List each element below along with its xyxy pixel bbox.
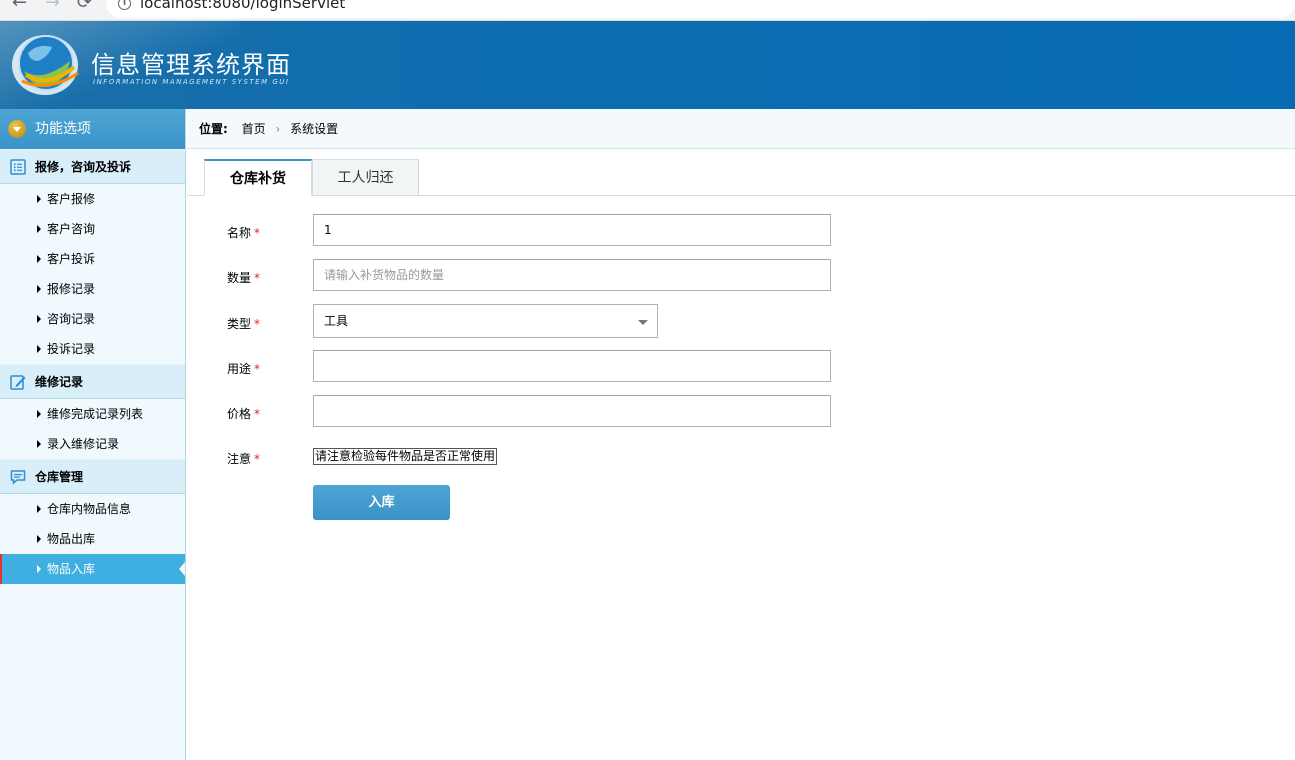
sidebar-section-maintenance[interactable]: 维修记录: [0, 364, 185, 399]
type-select-value: 工具: [324, 314, 349, 328]
price-label: 价格 *: [227, 407, 261, 421]
section-label: 仓库管理: [35, 470, 84, 484]
type-label: 类型 *: [227, 317, 261, 331]
browser-toolbar: ← → ⟳ i localhost:8080/loginServlet: [0, 0, 1295, 21]
back-arrow-icon[interactable]: ←: [12, 0, 27, 12]
note-label: 注意 *: [227, 452, 261, 466]
usage-input[interactable]: [313, 350, 831, 382]
system-subtitle: INFORMATION MANAGEMENT SYSTEM GUI: [93, 78, 290, 86]
breadcrumb-label: 位置:: [199, 122, 228, 136]
sidebar-item-customer-complaint[interactable]: 客户投诉: [0, 244, 185, 274]
sidebar-header-label: 功能选项: [35, 121, 91, 137]
breadcrumb-separator: ›: [275, 122, 281, 136]
sidebar-item-completed-list[interactable]: 维修完成记录列表: [0, 399, 185, 429]
usage-label: 用途 *: [227, 362, 261, 376]
sidebar-item-repair-records[interactable]: 报修记录: [0, 274, 185, 304]
message-icon: [10, 470, 26, 485]
sidebar-item-stock-in[interactable]: 物品入库: [0, 554, 185, 584]
dropdown-circle-icon: [8, 120, 26, 138]
tab-bar: 仓库补货 工人归还: [187, 149, 1295, 196]
tab-warehouse-restock[interactable]: 仓库补货: [204, 159, 312, 196]
sidebar-item-complaint-records[interactable]: 投诉记录: [0, 334, 185, 364]
sidebar-item-customer-inquiry[interactable]: 客户咨询: [0, 214, 185, 244]
note-text: 请注意检验每件物品是否正常使用: [313, 448, 498, 465]
sidebar-item-stock-out[interactable]: 物品出库: [0, 524, 185, 554]
quantity-label: 数量 *: [227, 271, 261, 285]
address-bar[interactable]: i localhost:8080/loginServlet: [106, 0, 1295, 18]
list-icon: [10, 159, 26, 175]
url-text[interactable]: localhost:8080/loginServlet: [140, 0, 345, 12]
app-header: 信息管理系统界面 INFORMATION MANAGEMENT SYSTEM G…: [0, 21, 1295, 109]
chevron-down-icon: [638, 320, 648, 325]
edit-icon: [10, 375, 26, 390]
sidebar: 功能选项 报修，咨询及投诉 客户报修 客户咨询 客户投诉 报修记录 咨询记录 投…: [0, 109, 186, 760]
sidebar-section-service[interactable]: 报修，咨询及投诉: [0, 149, 185, 184]
sidebar-section-warehouse[interactable]: 仓库管理: [0, 459, 185, 494]
breadcrumb-current[interactable]: 系统设置: [290, 122, 338, 136]
name-input[interactable]: 1: [313, 214, 831, 246]
price-input[interactable]: [313, 395, 831, 427]
type-select[interactable]: 工具: [313, 304, 658, 338]
forward-arrow-icon[interactable]: →: [45, 0, 60, 12]
breadcrumb-home-link[interactable]: 首页: [242, 122, 266, 136]
globe-logo-icon: [12, 35, 79, 95]
tab-worker-return[interactable]: 工人归还: [312, 159, 419, 196]
reload-icon[interactable]: ⟳: [77, 0, 92, 12]
name-label: 名称 *: [227, 226, 261, 240]
stock-in-submit-button[interactable]: 入库: [313, 485, 450, 520]
info-icon[interactable]: i: [118, 0, 131, 10]
sidebar-header[interactable]: 功能选项: [0, 109, 185, 149]
section-label: 报修，咨询及投诉: [35, 160, 132, 174]
quantity-input[interactable]: 请输入补货物品的数量: [313, 259, 831, 291]
sidebar-item-customer-repair[interactable]: 客户报修: [0, 184, 185, 214]
breadcrumb: 位置: 首页 › 系统设置: [187, 109, 1295, 149]
section-label: 维修记录: [35, 375, 84, 389]
sidebar-item-inquiry-records[interactable]: 咨询记录: [0, 304, 185, 334]
sidebar-item-enter-record[interactable]: 录入维修记录: [0, 429, 185, 459]
sidebar-item-inventory-info[interactable]: 仓库内物品信息: [0, 494, 185, 524]
system-title: 信息管理系统界面: [91, 51, 291, 79]
